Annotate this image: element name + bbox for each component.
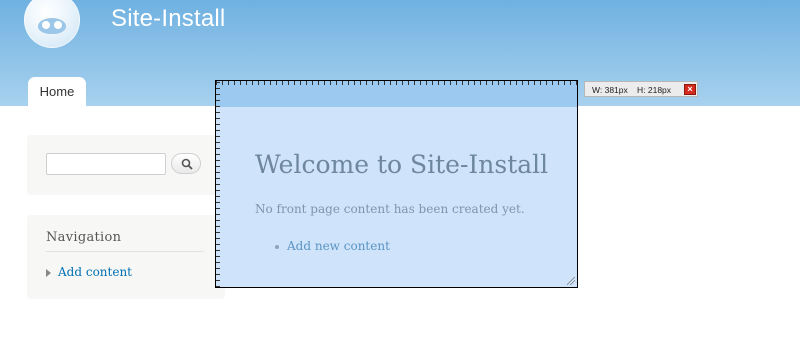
ruler-left — [216, 81, 220, 287]
navigation-title: Navigation — [46, 230, 122, 245]
chevron-right-icon — [46, 269, 51, 277]
search-button[interactable] — [171, 153, 201, 174]
resize-grip-icon[interactable] — [567, 277, 575, 285]
add-new-content-link[interactable]: Add new content — [287, 239, 390, 253]
logo-eye-right — [54, 21, 62, 29]
search-icon — [181, 158, 193, 170]
empty-front-page-message: No front page content has been created y… — [255, 202, 525, 216]
measure-overlay[interactable]: Welcome to Site-Install No front page co… — [215, 80, 578, 288]
close-icon[interactable]: × — [684, 84, 696, 95]
page-title: Welcome to Site-Install — [255, 150, 549, 179]
ruler-top — [216, 81, 577, 107]
height-readout: H: 218px — [637, 85, 672, 95]
navigation-block: Navigation Add content — [27, 215, 225, 299]
logo-eye-left — [42, 21, 50, 29]
width-readout: W: 381px — [592, 85, 628, 95]
search-input[interactable] — [46, 153, 166, 175]
site-name[interactable]: Site-Install — [111, 5, 225, 33]
dimension-label: W: 381px H: 218px × — [584, 81, 698, 97]
navigation-divider — [46, 251, 204, 252]
drupal-drop-icon[interactable] — [24, 0, 80, 48]
search-block — [27, 135, 225, 195]
bullet-icon — [275, 245, 279, 249]
nav-link-add-content[interactable]: Add content — [58, 265, 132, 279]
tab-home[interactable]: Home — [28, 77, 86, 107]
